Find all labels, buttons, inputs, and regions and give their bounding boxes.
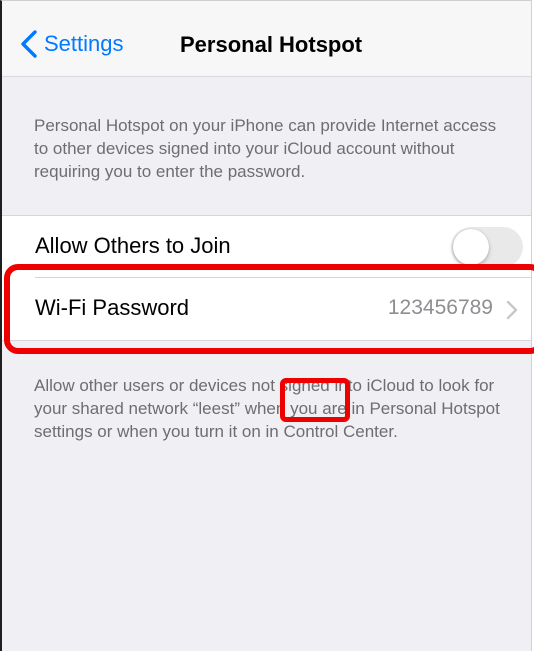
- allow-others-label: Allow Others to Join: [35, 233, 231, 258]
- network-footer-text: Allow other users or devices not signed …: [34, 376, 500, 441]
- navigation-bar: Settings Personal Hotspot: [2, 1, 531, 77]
- chevron-left-icon: [21, 30, 37, 58]
- back-button[interactable]: Settings: [20, 27, 124, 61]
- network-name-highlight-box: [280, 378, 350, 422]
- wifi-password-highlight-box: [4, 264, 534, 354]
- back-button-label: Settings: [44, 31, 124, 56]
- allow-others-toggle[interactable]: [451, 227, 523, 267]
- hotspot-description: Personal Hotspot on your iPhone can prov…: [34, 116, 497, 181]
- toggle-knob: [453, 229, 489, 265]
- page-title: Personal Hotspot: [180, 32, 363, 57]
